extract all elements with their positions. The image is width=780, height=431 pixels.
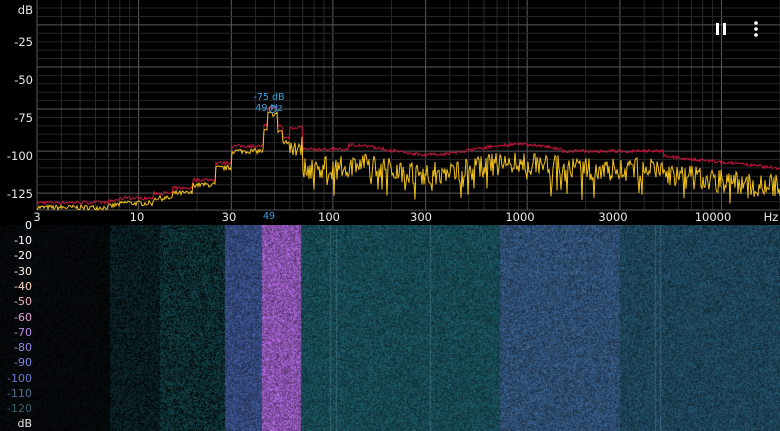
y-tick-label: -75 — [14, 111, 33, 125]
x-tick-label: 300 — [410, 210, 432, 224]
peak-axis-label: 49 — [262, 211, 276, 222]
x-tick-label: 10000 — [694, 210, 732, 224]
x-tick-label: 1000 — [505, 210, 535, 224]
spectrogram-scale-label: 0 — [25, 219, 32, 232]
spectrum-chart — [0, 0, 780, 225]
spectrogram-scale-label: -60 — [14, 311, 32, 324]
y-tick-label: -125 — [6, 187, 33, 201]
spectrogram-scale-label: -90 — [14, 356, 32, 369]
spectrogram-unit-label: dB — [17, 417, 32, 430]
overflow-menu-button[interactable] — [745, 18, 767, 40]
pause-button[interactable] — [710, 18, 732, 40]
y-unit-label: dB — [17, 3, 33, 17]
spectrogram-scale-label: -30 — [14, 265, 32, 278]
spectrogram-scale-label: -110 — [7, 387, 32, 400]
x-tick-label: 100 — [318, 210, 340, 224]
spectrogram-canvas — [0, 225, 780, 431]
peak-db-label: -75 dB — [253, 92, 285, 103]
x-tick-label: 10 — [129, 210, 145, 224]
y-tick-label: -100 — [6, 149, 33, 163]
x-tick-label: 3 — [33, 210, 41, 224]
x-tick-label: 3000 — [598, 210, 628, 224]
spectrogram-scale-label: -80 — [14, 341, 32, 354]
spectrogram-scale-label: -10 — [14, 234, 32, 247]
spectrogram-scale-label: -100 — [7, 372, 32, 385]
spectrogram-scale-label: -50 — [14, 295, 32, 308]
x-tick-label: 30 — [221, 210, 237, 224]
more-vert-icon — [754, 21, 758, 37]
spectrogram-scale-label: -70 — [14, 326, 32, 339]
y-tick-label: -50 — [14, 73, 33, 87]
spectrogram-scale-label: -20 — [14, 249, 32, 262]
spectrogram-scale-label: -40 — [14, 280, 32, 293]
y-tick-label: -25 — [14, 35, 33, 49]
spectrogram-scale-label: -120 — [7, 402, 32, 415]
peak-hz-label: 49 Hz — [255, 103, 283, 114]
x-unit-label: Hz — [763, 210, 779, 224]
pause-icon — [716, 23, 726, 35]
